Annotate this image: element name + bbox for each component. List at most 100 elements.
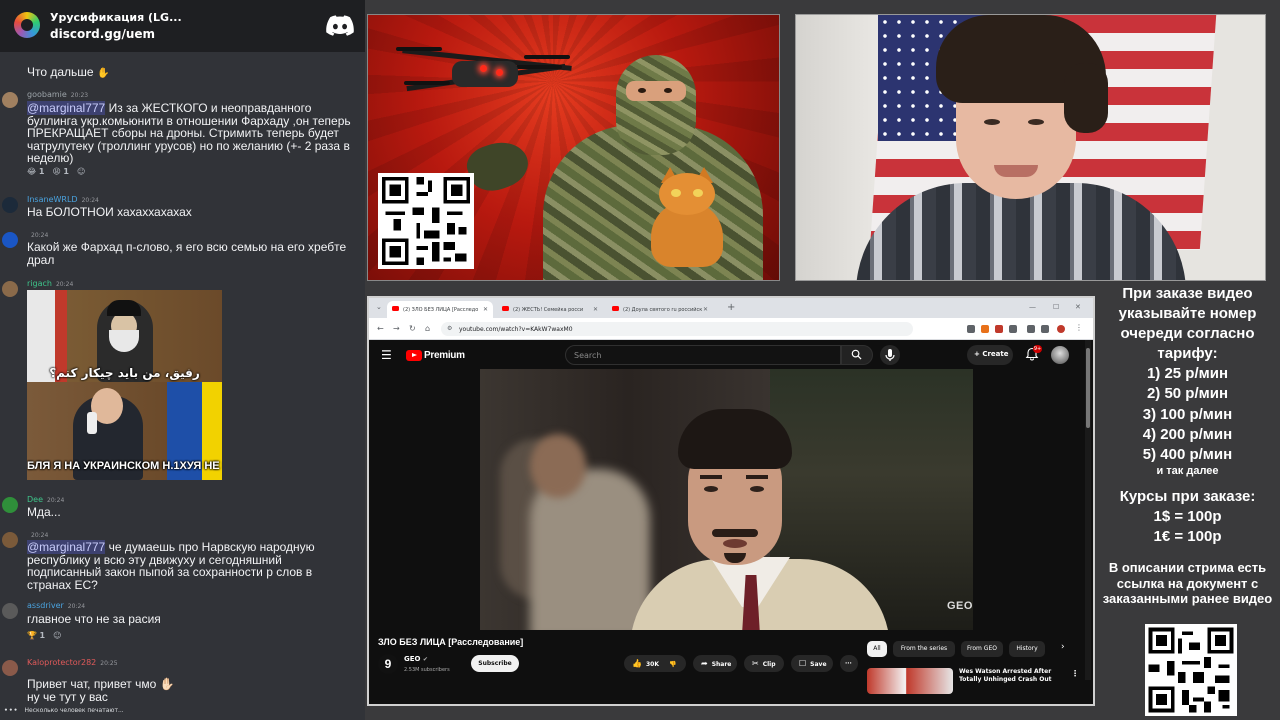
chip-from-geo[interactable]: From GEO bbox=[961, 641, 1003, 657]
message-text: @marginal777 Из за ЖЕСТКОГО и неоправдан… bbox=[27, 101, 351, 166]
browser-tab[interactable]: (2) Доула святого ru российск ✕ bbox=[607, 301, 713, 318]
server-icon[interactable] bbox=[14, 12, 40, 38]
minimize-icon[interactable]: — bbox=[1029, 303, 1036, 311]
forward-icon[interactable]: → bbox=[393, 324, 400, 333]
extension-icon[interactable] bbox=[1027, 325, 1035, 333]
recommendation-thumbnail[interactable] bbox=[867, 668, 953, 694]
message-text: Мда... bbox=[27, 505, 61, 519]
close-icon[interactable]: ✕ bbox=[483, 306, 488, 313]
account-avatar[interactable] bbox=[1051, 346, 1069, 364]
youtube-favicon-icon bbox=[392, 306, 399, 311]
server-invite-link[interactable]: discord.gg/uem bbox=[50, 27, 155, 41]
message-author[interactable]: Dee 20:24 bbox=[27, 495, 64, 504]
avatar[interactable] bbox=[2, 92, 18, 108]
server-name: Урусификация (LG... bbox=[50, 11, 182, 24]
profile-icon[interactable] bbox=[1057, 325, 1065, 333]
message-reactions[interactable]: 🏆 1 ☺ bbox=[27, 631, 69, 640]
soldier-eyes bbox=[626, 81, 686, 101]
browser-menu-icon[interactable]: ⋮ bbox=[1075, 323, 1083, 332]
close-icon[interactable]: ✕ bbox=[593, 306, 598, 313]
notification-badge: 9+ bbox=[1033, 345, 1042, 353]
chip-from-the-series[interactable]: From the series bbox=[893, 641, 955, 657]
message-author[interactable]: Kaloprotector282 20:25 bbox=[27, 658, 118, 667]
thumbs-down-icon[interactable]: 👎 bbox=[669, 661, 676, 668]
message-author[interactable]: 20:24 bbox=[27, 530, 48, 539]
tab-search-icon[interactable]: ⌄ bbox=[376, 303, 382, 311]
youtube-brand[interactable]: Premium bbox=[424, 350, 465, 361]
meme-bottom-caption: БЛЯ Я НА УКРАИНСКОМ Н.1ХУЯ НЕ ПОНИМАЮ bbox=[27, 460, 222, 472]
youtube-favicon-icon bbox=[502, 306, 509, 311]
mic-icon bbox=[885, 349, 895, 361]
chip-history[interactable]: History bbox=[1009, 641, 1045, 657]
message-author[interactable]: rigach 20:24 bbox=[27, 279, 73, 288]
avatar[interactable] bbox=[2, 660, 18, 676]
order-instructions: При заказе видео указывайте номер очеред… bbox=[1118, 285, 1257, 363]
typing-indicator: ••• Несколько человек печатают... bbox=[4, 707, 124, 714]
sidepanel-icon[interactable] bbox=[1041, 325, 1049, 333]
share-button[interactable]: ➦ Share bbox=[693, 655, 737, 672]
youtube-favicon-icon bbox=[612, 306, 619, 311]
close-icon[interactable]: ✕ bbox=[703, 306, 708, 313]
extension-icon[interactable] bbox=[995, 325, 1003, 333]
site-info-icon[interactable]: ⚙ bbox=[447, 325, 452, 332]
recommendation-title[interactable]: Wes Watson Arrested After Totally Unhing… bbox=[959, 668, 1069, 684]
maximize-icon[interactable]: ☐ bbox=[1053, 303, 1059, 311]
chevron-right-icon[interactable]: › bbox=[1061, 642, 1065, 652]
soldier-balaclava bbox=[616, 55, 696, 155]
search-input[interactable]: Search bbox=[565, 345, 841, 365]
page-scrollbar[interactable] bbox=[1085, 340, 1091, 680]
avatar[interactable] bbox=[2, 497, 18, 513]
create-button[interactable]: + Create bbox=[967, 345, 1013, 365]
avatar[interactable] bbox=[2, 603, 18, 619]
avatar[interactable] bbox=[2, 281, 18, 297]
extension-icon[interactable] bbox=[1009, 325, 1017, 333]
tier-item: 5) 400 р/мин bbox=[1142, 445, 1233, 463]
new-tab-button[interactable]: + bbox=[727, 302, 735, 313]
message-text: Что дальше ✋ bbox=[27, 65, 110, 79]
clip-button[interactable]: ✂ Clip bbox=[744, 655, 784, 672]
browser-tab[interactable]: (2) ЖЕСТЬ! Семейка росси ✕ bbox=[497, 301, 603, 318]
channel-avatar[interactable]: 9 bbox=[378, 654, 398, 674]
share-icon: ➦ bbox=[701, 659, 708, 668]
extension-icon[interactable] bbox=[967, 325, 975, 333]
channel-name[interactable]: GEO ✔ bbox=[404, 655, 428, 663]
message-reactions[interactable]: 😂 1 😫 1 ☺ bbox=[27, 167, 93, 176]
chat-header: Урусификация (LG... discord.gg/uem bbox=[0, 0, 365, 52]
video-player[interactable] bbox=[480, 369, 973, 630]
video-title: ЗЛО БЕЗ ЛИЦА [Расследование] bbox=[378, 637, 524, 647]
voice-search-button[interactable] bbox=[880, 345, 900, 365]
description-note: В описании стрима есть ссылка на докумен… bbox=[1102, 560, 1273, 607]
chip-all[interactable]: All bbox=[867, 641, 887, 657]
meme-image[interactable]: رفيق، من بايد چيكار كنم؟ БЛЯ Я НА УКРАИН… bbox=[27, 290, 222, 480]
message-author[interactable]: InsaneWRLD 20:24 bbox=[27, 195, 99, 204]
like-button[interactable]: 👍 30K 👎 bbox=[624, 655, 686, 672]
reload-icon[interactable]: ↻ bbox=[409, 324, 416, 333]
url-field[interactable]: ⚙ youtube.com/watch?v=KAkW7waxM0 bbox=[441, 322, 913, 336]
back-icon[interactable]: ← bbox=[377, 324, 384, 333]
avatar[interactable] bbox=[2, 532, 18, 548]
close-window-icon[interactable]: ✕ bbox=[1075, 303, 1081, 311]
cat-illustration bbox=[651, 167, 723, 267]
avatar[interactable] bbox=[2, 232, 18, 248]
save-button[interactable]: ☐ Save bbox=[791, 655, 833, 672]
message-author[interactable]: assdriver 20:24 bbox=[27, 601, 85, 610]
search-button[interactable] bbox=[841, 345, 873, 365]
thumbs-up-icon: 👍 bbox=[632, 659, 642, 668]
webcam-feed bbox=[795, 14, 1266, 281]
subscriber-count: 2.53M subscribers bbox=[404, 667, 450, 673]
channel-watermark[interactable]: GEO bbox=[947, 600, 973, 612]
browser-tab-active[interactable]: (2) ЗЛО БЕЗ ЛИЦА [Расследо ✕ bbox=[387, 301, 493, 318]
message-author[interactable]: goobamie 20:23 bbox=[27, 90, 88, 99]
home-icon[interactable]: ⌂ bbox=[425, 324, 430, 333]
youtube-logo-icon[interactable] bbox=[406, 350, 422, 361]
subscribe-button[interactable]: Subscribe bbox=[471, 655, 519, 672]
avatar[interactable] bbox=[2, 197, 18, 213]
youtube-page: ☰ Premium Search + Create 9+ GEO ЗЛО БЕЗ… bbox=[369, 340, 1093, 704]
hamburger-menu-icon[interactable]: ☰ bbox=[381, 348, 392, 362]
more-icon[interactable]: ⋮ bbox=[1071, 669, 1079, 678]
address-bar: ← → ↻ ⌂ ⚙ youtube.com/watch?v=KAkW7waxM0… bbox=[369, 318, 1093, 340]
extension-icon[interactable] bbox=[981, 325, 989, 333]
stream-layout: Урусификация (LG... discord.gg/uem Что д… bbox=[0, 0, 1280, 720]
more-actions-button[interactable]: ··· bbox=[840, 655, 858, 672]
message-author[interactable]: 20:24 bbox=[27, 230, 48, 239]
